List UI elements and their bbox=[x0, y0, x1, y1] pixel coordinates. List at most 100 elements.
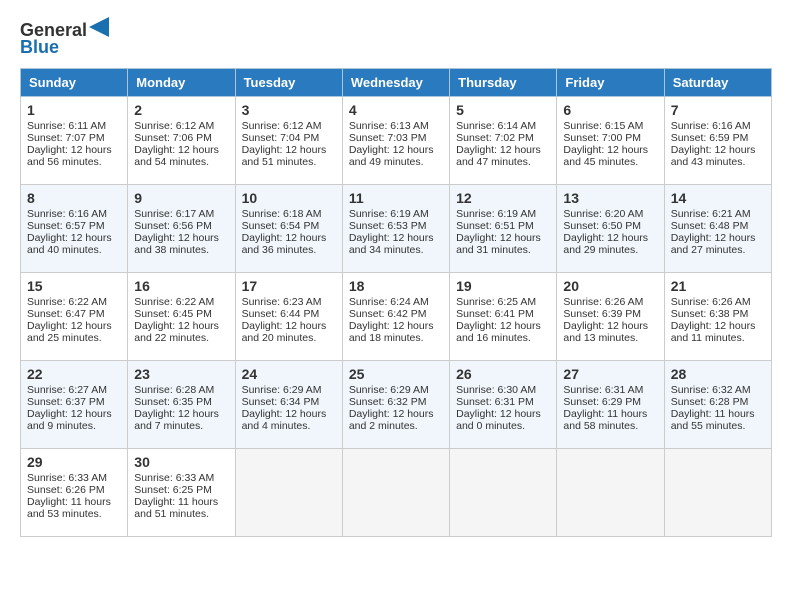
day-info-line: Sunset: 6:29 PM bbox=[563, 396, 657, 408]
day-info-line: Sunset: 6:42 PM bbox=[349, 308, 443, 320]
day-number: 13 bbox=[563, 190, 657, 206]
day-info-line: Sunset: 6:37 PM bbox=[27, 396, 121, 408]
day-number: 19 bbox=[456, 278, 550, 294]
day-number: 6 bbox=[563, 102, 657, 118]
day-info-line: Daylight: 12 hours bbox=[349, 232, 443, 244]
day-info-line: Sunset: 6:44 PM bbox=[242, 308, 336, 320]
day-info-line: and 9 minutes. bbox=[27, 420, 121, 432]
day-info-line: Sunset: 6:32 PM bbox=[349, 396, 443, 408]
calendar-week-row: 1Sunrise: 6:11 AMSunset: 7:07 PMDaylight… bbox=[21, 97, 772, 185]
day-info-line: Sunrise: 6:26 AM bbox=[563, 296, 657, 308]
calendar-cell: 25Sunrise: 6:29 AMSunset: 6:32 PMDayligh… bbox=[342, 361, 449, 449]
calendar-cell bbox=[235, 449, 342, 537]
day-info-line: Daylight: 12 hours bbox=[563, 320, 657, 332]
day-info-line: Daylight: 11 hours bbox=[671, 408, 765, 420]
day-info-line: Daylight: 12 hours bbox=[242, 320, 336, 332]
day-header-saturday: Saturday bbox=[664, 69, 771, 97]
day-info-line: Sunrise: 6:12 AM bbox=[242, 120, 336, 132]
day-info-line: Sunset: 6:39 PM bbox=[563, 308, 657, 320]
day-info-line: and 18 minutes. bbox=[349, 332, 443, 344]
day-number: 30 bbox=[134, 454, 228, 470]
calendar-cell: 27Sunrise: 6:31 AMSunset: 6:29 PMDayligh… bbox=[557, 361, 664, 449]
day-info-line: and 11 minutes. bbox=[671, 332, 765, 344]
day-info-line: Daylight: 12 hours bbox=[242, 408, 336, 420]
day-info-line: Sunrise: 6:22 AM bbox=[134, 296, 228, 308]
calendar-body: 1Sunrise: 6:11 AMSunset: 7:07 PMDaylight… bbox=[21, 97, 772, 537]
day-info-line: Sunrise: 6:19 AM bbox=[456, 208, 550, 220]
day-info-line: Sunset: 6:45 PM bbox=[134, 308, 228, 320]
day-info-line: Sunset: 6:38 PM bbox=[671, 308, 765, 320]
day-info-line: Sunrise: 6:12 AM bbox=[134, 120, 228, 132]
day-info-line: Sunrise: 6:29 AM bbox=[349, 384, 443, 396]
day-info-line: Sunset: 6:34 PM bbox=[242, 396, 336, 408]
day-info-line: Sunrise: 6:28 AM bbox=[134, 384, 228, 396]
day-info-line: and 51 minutes. bbox=[242, 156, 336, 168]
calendar-cell: 11Sunrise: 6:19 AMSunset: 6:53 PMDayligh… bbox=[342, 185, 449, 273]
calendar-cell: 24Sunrise: 6:29 AMSunset: 6:34 PMDayligh… bbox=[235, 361, 342, 449]
day-info-line: Sunrise: 6:25 AM bbox=[456, 296, 550, 308]
day-info-line: Sunset: 6:31 PM bbox=[456, 396, 550, 408]
calendar-cell: 20 Sunrise: 6:26 AMSunset: 6:39 PMDayligh… bbox=[557, 273, 664, 361]
calendar-header-row: SundayMondayTuesdayWednesdayThursdayFrid… bbox=[21, 69, 772, 97]
day-info-line: and 55 minutes. bbox=[671, 420, 765, 432]
day-info-line: Sunrise: 6:33 AM bbox=[27, 472, 121, 484]
day-number: 5 bbox=[456, 102, 550, 118]
day-number: 21 bbox=[671, 278, 765, 294]
calendar-cell: 14Sunrise: 6:21 AMSunset: 6:48 PMDayligh… bbox=[664, 185, 771, 273]
day-number: 20 bbox=[563, 278, 657, 294]
day-info-line: and 20 minutes. bbox=[242, 332, 336, 344]
calendar-cell: 18Sunrise: 6:24 AMSunset: 6:42 PMDayligh… bbox=[342, 273, 449, 361]
day-number: 2 bbox=[134, 102, 228, 118]
logo-container: General Blue bbox=[20, 20, 109, 58]
day-info-line: and 4 minutes. bbox=[242, 420, 336, 432]
day-info-line: Sunset: 7:06 PM bbox=[134, 132, 228, 144]
calendar-table: SundayMondayTuesdayWednesdayThursdayFrid… bbox=[20, 68, 772, 537]
day-info-line: and 34 minutes. bbox=[349, 244, 443, 256]
day-number: 22 bbox=[27, 366, 121, 382]
day-header-wednesday: Wednesday bbox=[342, 69, 449, 97]
day-number: 24 bbox=[242, 366, 336, 382]
day-header-sunday: Sunday bbox=[21, 69, 128, 97]
day-info-line: Sunrise: 6:16 AM bbox=[27, 208, 121, 220]
calendar-cell: 17Sunrise: 6:23 AMSunset: 6:44 PMDayligh… bbox=[235, 273, 342, 361]
day-info-line: and 53 minutes. bbox=[27, 508, 121, 520]
calendar-cell bbox=[557, 449, 664, 537]
day-info-line: Daylight: 12 hours bbox=[242, 232, 336, 244]
day-info-line: and 7 minutes. bbox=[134, 420, 228, 432]
day-info-line: Sunset: 6:59 PM bbox=[671, 132, 765, 144]
day-info-line: Sunrise: 6:11 AM bbox=[27, 120, 121, 132]
day-info-line: Daylight: 11 hours bbox=[134, 496, 228, 508]
day-info-line: Sunset: 6:57 PM bbox=[27, 220, 121, 232]
day-number: 14 bbox=[671, 190, 765, 206]
calendar-week-row: 15Sunrise: 6:22 AMSunset: 6:47 PMDayligh… bbox=[21, 273, 772, 361]
day-info-line: Sunset: 6:47 PM bbox=[27, 308, 121, 320]
day-info-line: and 54 minutes. bbox=[134, 156, 228, 168]
day-info-line: and 25 minutes. bbox=[27, 332, 121, 344]
day-info-line: Sunset: 6:51 PM bbox=[456, 220, 550, 232]
day-info-line: Daylight: 12 hours bbox=[671, 144, 765, 156]
day-info-line: Daylight: 12 hours bbox=[456, 320, 550, 332]
day-info-line: Sunrise: 6:32 AM bbox=[671, 384, 765, 396]
day-info-line: and 43 minutes. bbox=[671, 156, 765, 168]
day-number: 27 bbox=[563, 366, 657, 382]
day-info-line: Daylight: 12 hours bbox=[456, 144, 550, 156]
calendar-cell: 21Sunrise: 6:26 AMSunset: 6:38 PMDayligh… bbox=[664, 273, 771, 361]
day-number: 10 bbox=[242, 190, 336, 206]
day-info-line: Sunset: 6:26 PM bbox=[27, 484, 121, 496]
day-info-line: Sunrise: 6:19 AM bbox=[349, 208, 443, 220]
day-info-line: Daylight: 12 hours bbox=[563, 144, 657, 156]
day-number: 9 bbox=[134, 190, 228, 206]
calendar-cell: 13Sunrise: 6:20 AMSunset: 6:50 PMDayligh… bbox=[557, 185, 664, 273]
day-info-line: Daylight: 12 hours bbox=[27, 320, 121, 332]
day-info-line: Daylight: 12 hours bbox=[27, 144, 121, 156]
day-info-line: Daylight: 12 hours bbox=[134, 232, 228, 244]
calendar-cell: 15Sunrise: 6:22 AMSunset: 6:47 PMDayligh… bbox=[21, 273, 128, 361]
day-info-line: and 29 minutes. bbox=[563, 244, 657, 256]
calendar-cell: 6Sunrise: 6:15 AMSunset: 7:00 PMDaylight… bbox=[557, 97, 664, 185]
day-info-line: and 22 minutes. bbox=[134, 332, 228, 344]
calendar-cell: 26Sunrise: 6:30 AMSunset: 6:31 PMDayligh… bbox=[450, 361, 557, 449]
calendar-cell: 2Sunrise: 6:12 AMSunset: 7:06 PMDaylight… bbox=[128, 97, 235, 185]
day-info-line: Sunrise: 6:26 AM bbox=[671, 296, 765, 308]
day-info-line: Sunset: 7:02 PM bbox=[456, 132, 550, 144]
day-info-line: Sunrise: 6:31 AM bbox=[563, 384, 657, 396]
